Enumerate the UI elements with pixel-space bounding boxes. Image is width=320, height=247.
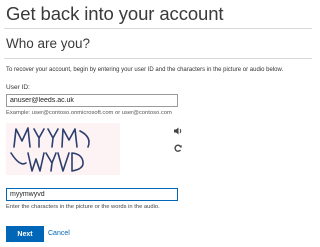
- captcha-help-text: Enter the characters in the picture or t…: [6, 204, 160, 210]
- user-id-input[interactable]: [6, 94, 178, 107]
- instructions-text: To recover your account, begin by enteri…: [6, 67, 284, 73]
- title-divider: [4, 28, 312, 29]
- subtitle-divider: [4, 58, 312, 59]
- speaker-icon[interactable]: [173, 126, 183, 136]
- page-title: Get back into your account: [6, 3, 224, 24]
- next-button[interactable]: Next: [6, 226, 44, 242]
- user-id-example: Example: user@contoso.onmicrosoft.com or…: [6, 110, 172, 116]
- user-id-label: User ID:: [6, 84, 30, 91]
- page-subtitle: Who are you?: [6, 36, 91, 51]
- refresh-icon[interactable]: [173, 143, 183, 153]
- captcha-image: [6, 123, 120, 175]
- captcha-input[interactable]: [6, 188, 178, 201]
- cancel-link[interactable]: Cancel: [48, 230, 70, 237]
